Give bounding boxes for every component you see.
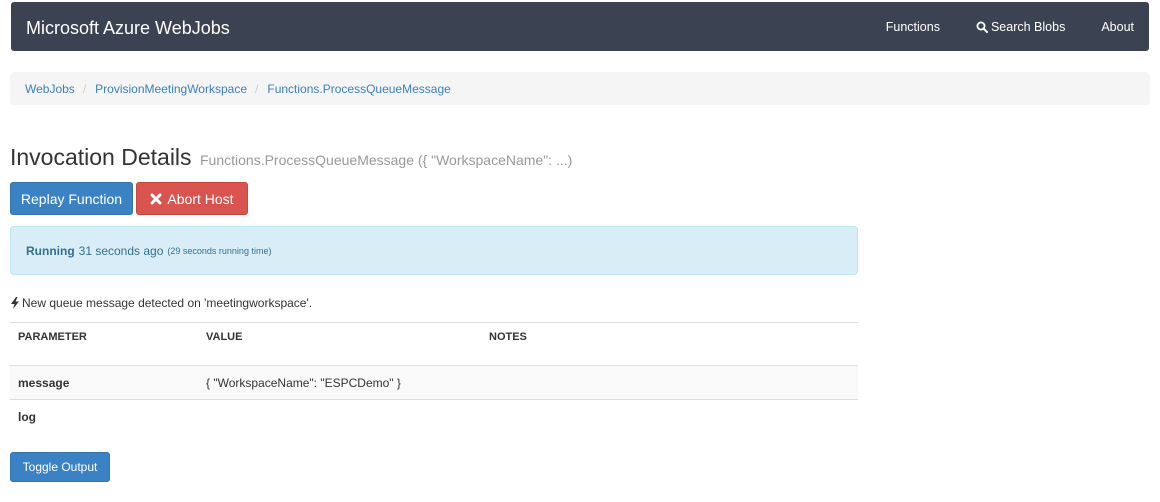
nav-links: Functions Search Blobs About [850,2,1134,51]
parameter-name: message [18,376,70,390]
page-title: Invocation Details [10,144,192,170]
breadcrumb-separator: / [82,81,87,96]
replay-function-label: Replay Function [20,190,123,207]
breadcrumb-webjob[interactable]: ProvisionMeetingWorkspace [95,82,247,96]
nav-search-blobs-link[interactable]: Search Blobs [976,20,1065,34]
toggle-output-button[interactable]: Toggle Output [10,452,110,482]
column-header-notes: NOTES [489,331,527,343]
nav-functions-link[interactable]: Functions [886,20,940,34]
breadcrumb-separator: / [255,81,259,96]
trigger-reason-text: New queue message detected on 'meetingwo… [22,296,313,310]
status-state: Running [26,243,75,258]
search-icon [976,21,988,33]
abort-host-label: Abort Host [167,190,234,207]
nav-functions-label: Functions [885,19,940,34]
page-subtitle: Functions.ProcessQueueMessage ({ "Worksp… [200,152,573,168]
column-header-value: VALUE [206,331,243,343]
close-icon [150,193,162,204]
page-header: Invocation Details Functions.ProcessQueu… [10,143,572,171]
column-header-parameter: PARAMETER [18,331,87,343]
nav-about-link[interactable]: About [1101,20,1134,34]
lightning-icon [11,297,19,309]
nav-search-blobs-label: Search Blobs [990,19,1066,34]
parameters-table-header: PARAMETER VALUE NOTES [10,322,858,365]
parameter-value: { "WorkspaceName": "ESPCDemo" } [206,376,401,390]
breadcrumb-webjobs[interactable]: WebJobs [25,82,75,96]
parameter-name: log [18,410,36,424]
breadcrumb: WebJobs / ProvisionMeetingWorkspace / Fu… [10,72,1150,105]
abort-host-button[interactable]: Abort Host [136,182,248,215]
nav-about-label: About [1101,19,1134,34]
status-alert: Running 31 seconds ago (29 seconds runni… [10,226,858,275]
breadcrumb-function[interactable]: Functions.ProcessQueueMessage [267,82,450,96]
table-row: message { "WorkspaceName": "ESPCDemo" } [10,365,858,399]
status-running-time: (29 seconds running time) [167,245,272,256]
replay-function-button[interactable]: Replay Function [10,182,133,215]
table-row: log [10,399,858,433]
brand-title[interactable]: Microsoft Azure WebJobs [26,17,230,39]
status-when: 31 seconds ago [78,243,164,258]
top-navbar: Microsoft Azure WebJobs Functions Search… [11,2,1149,51]
trigger-reason: New queue message detected on 'meetingwo… [10,296,312,310]
toggle-output-label: Toggle Output [22,460,98,474]
